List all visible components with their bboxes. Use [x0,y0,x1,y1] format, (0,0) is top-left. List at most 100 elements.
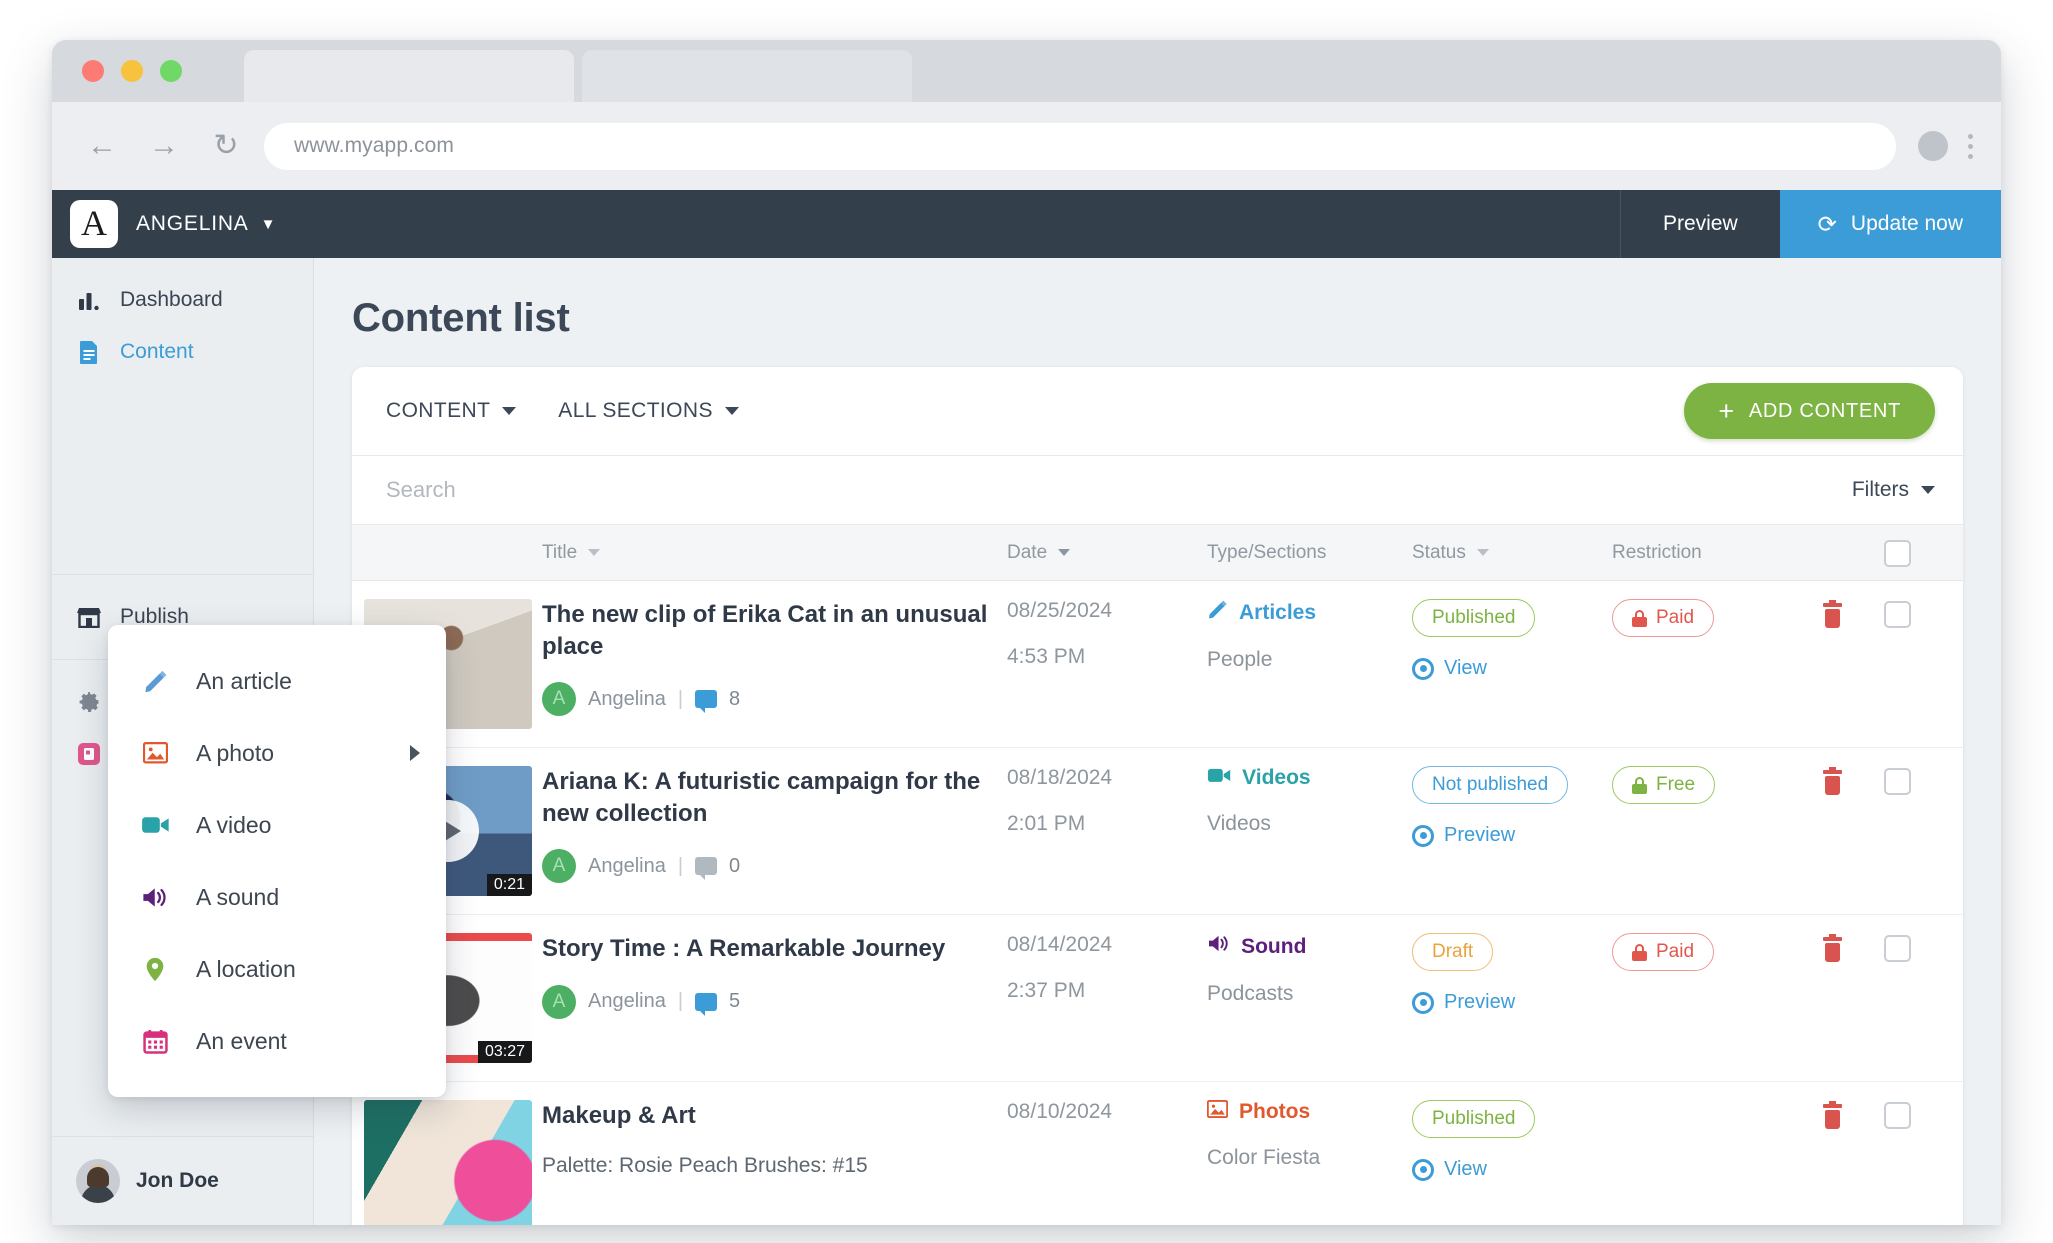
sync-icon: ⟳ [1817,210,1837,237]
row-action-link[interactable]: View [1412,1158,1612,1181]
row-title[interactable]: Makeup & Art [542,1100,1007,1132]
chevron-right-icon [410,745,420,761]
minimize-window-button[interactable] [121,60,143,82]
row-delete-cell[interactable] [1802,933,1862,962]
menu-item-an-article[interactable]: An article [108,645,446,717]
sort-arrow-icon [588,549,601,556]
eye-icon [1412,1158,1434,1181]
table-row[interactable]: Makeup & Art Palette: Rosie Peach Brushe… [352,1082,1963,1225]
sidebar-item-dashboard[interactable]: Dashboard [52,274,313,326]
app-topbar: A ANGELINA ▼ Preview ⟳ Update now [52,190,2001,258]
row-action-link[interactable]: View [1412,657,1612,680]
thumbnail[interactable] [364,1100,532,1225]
menu-item-a-location[interactable]: A location [108,933,446,1005]
table-row[interactable]: 03:27 Story Time : A Remarkable Journey … [352,915,1963,1082]
row-type[interactable]: Articles [1207,599,1412,626]
pencil-icon [1207,599,1228,626]
avatar [76,1159,120,1203]
trash-icon[interactable] [1822,934,1843,962]
status-badge[interactable]: Draft [1412,933,1494,971]
search-input[interactable] [386,477,1852,503]
status-badge[interactable]: Published [1412,599,1536,637]
sidebar-item-content[interactable]: Content [52,326,313,378]
reload-icon[interactable]: ↻ [206,126,246,166]
back-icon[interactable]: ← [82,126,122,166]
row-action-link[interactable]: Preview [1412,824,1612,847]
content-filter-dropdown[interactable]: CONTENT [386,399,517,423]
maximize-window-button[interactable] [160,60,182,82]
browser-tab-inactive[interactable] [582,50,912,102]
select-all-checkbox[interactable] [1883,540,1911,567]
url-input[interactable]: www.myapp.com [264,122,1896,170]
row-date-cell: 08/10/2024 [1007,1100,1207,1124]
row-delete-cell[interactable] [1802,766,1862,795]
document-icon [76,340,102,364]
avatar: A [542,849,576,884]
restriction-label: Paid [1656,607,1695,628]
menu-item-a-photo[interactable]: A photo [108,717,446,789]
row-action-label: Preview [1444,991,1516,1013]
filters-button[interactable]: Filters [1852,478,1935,502]
row-checkbox[interactable] [1883,935,1911,962]
row-checkbox[interactable] [1883,1102,1911,1129]
row-status-cell: Published View [1412,599,1612,680]
row-status-cell: Published View [1412,1100,1612,1181]
sidebar-item-label: Dashboard [120,288,223,311]
speaker-icon [140,885,170,910]
sidebar-user-block[interactable]: Jon Doe [52,1136,313,1225]
comment-count: 0 [729,854,741,877]
table-row[interactable]: The new clip of Erika Cat in an unusual … [352,581,1963,748]
content-card: CONTENT ALL SECTIONS + ADD CONTENT Searc… [352,367,1963,1225]
forward-icon[interactable]: → [144,126,184,166]
row-select-cell[interactable] [1862,933,1932,962]
brand-switcher[interactable]: A ANGELINA ▼ [52,190,314,258]
browser-profile-icon[interactable] [1918,131,1948,161]
row-type[interactable]: Videos [1207,766,1412,790]
row-type[interactable]: Sound [1207,933,1412,960]
table-header-type: Type/Sections [1207,542,1412,564]
row-type[interactable]: Photos [1206,1099,1412,1124]
row-checkbox[interactable] [1883,768,1911,795]
row-delete-cell[interactable] [1802,1100,1862,1129]
menu-item-a-video[interactable]: A video [108,789,446,861]
row-select-cell[interactable] [1862,599,1932,628]
table-header-title[interactable]: Title [542,542,1007,564]
table-header-select-all[interactable] [1862,538,1932,567]
row-title[interactable]: The new clip of Erika Cat in an unusual … [542,599,1007,662]
close-window-button[interactable] [82,60,104,82]
update-now-button[interactable]: ⟳ Update now [1779,190,2001,258]
status-badge[interactable]: Published [1412,1100,1536,1138]
row-select-cell[interactable] [1862,1100,1932,1129]
row-action-link[interactable]: Preview [1412,991,1612,1014]
content-filter-label: CONTENT [386,399,491,422]
trash-icon[interactable] [1822,600,1843,628]
chevron-down-icon [724,407,739,415]
pencil-icon [140,669,170,694]
avatar: A [542,984,576,1019]
sections-filter-dropdown[interactable]: ALL SECTIONS [558,399,739,423]
row-checkbox[interactable] [1883,601,1911,628]
speaker-icon [1207,933,1230,960]
row-title[interactable]: Ariana K: A futuristic campaign for the … [542,766,1007,829]
lock-icon [1632,943,1647,961]
table-row[interactable]: 0:21 Ariana K: A futuristic campaign for… [352,748,1963,915]
add-content-button[interactable]: + ADD CONTENT [1684,383,1935,439]
row-delete-cell[interactable] [1802,599,1862,628]
preview-button[interactable]: Preview [1619,190,1780,258]
browser-tab-active[interactable] [244,50,574,102]
photo-icon [140,742,170,764]
browser-menu-icon[interactable] [1968,133,1973,159]
row-select-cell[interactable] [1862,766,1932,795]
row-status-cell: Not published Preview [1412,766,1612,847]
status-badge[interactable]: Not published [1412,766,1569,804]
menu-item-an-event[interactable]: An event [108,1005,446,1077]
table-header-status[interactable]: Status [1412,542,1612,564]
menu-item-label: An article [196,667,292,694]
calendar-icon [140,1029,170,1054]
menu-item-a-sound[interactable]: A sound [108,861,446,933]
row-title[interactable]: Story Time : A Remarkable Journey [542,933,1007,965]
row-section: Podcasts [1207,982,1294,1005]
trash-icon[interactable] [1822,767,1843,795]
trash-icon[interactable] [1822,1101,1843,1129]
table-header-date[interactable]: Date [1007,542,1207,564]
